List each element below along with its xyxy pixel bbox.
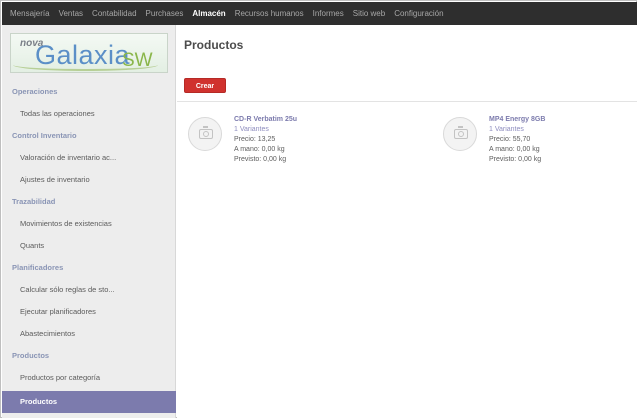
product-on-hand: A mano: 0,00 kg [234, 146, 285, 153]
product-image-placeholder [188, 117, 222, 151]
sidebar-item-movimientos-existencias[interactable]: Movimientos de existencias [2, 213, 176, 235]
product-price: Precio: 13,25 [234, 136, 276, 143]
product-variants[interactable]: 1 Variantes [489, 125, 545, 135]
header-divider [177, 101, 637, 102]
company-logo: nova Galaxia SW [10, 33, 168, 73]
top-menu-bar: Mensajería Ventas Contabilidad Purchases… [2, 2, 637, 25]
product-info: CD-R Verbatim 25u 1 Variantes Precio: 13… [234, 114, 297, 165]
product-forecast: Previsto: 0,00 kg [489, 156, 542, 163]
menu-mensajeria[interactable]: Mensajería [10, 9, 50, 18]
product-forecast: Previsto: 0,00 kg [234, 156, 287, 163]
product-variants[interactable]: 1 Variantes [234, 125, 297, 135]
sidebar-item-calcular-reglas[interactable]: Calcular sólo reglas de sto... [2, 279, 176, 301]
product-on-hand: A mano: 0,00 kg [489, 146, 540, 153]
menu-purchases[interactable]: Purchases [146, 9, 184, 18]
product-image-placeholder [443, 117, 477, 151]
product-card[interactable]: MP4 Energy 8GB 1 Variantes Precio: 55,70… [432, 114, 632, 194]
product-name[interactable]: CD-R Verbatim 25u [234, 114, 297, 125]
menu-sitio-web[interactable]: Sitio web [353, 9, 385, 18]
sidebar-nav: Operaciones Todas las operaciones Contro… [2, 81, 176, 413]
menu-almacen[interactable]: Almacén [192, 9, 225, 18]
sidebar-section-trazabilidad: Trazabilidad [12, 197, 56, 206]
create-button[interactable]: Crear [184, 78, 226, 93]
sidebar-item-productos-por-categoria[interactable]: Productos por categoría [2, 367, 176, 389]
sidebar-item-productos[interactable]: Productos [2, 391, 176, 413]
sidebar-section-productos: Productos [12, 351, 50, 360]
sidebar-item-quants[interactable]: Quants [2, 235, 176, 257]
product-card[interactable]: CD-R Verbatim 25u 1 Variantes Precio: 13… [177, 114, 377, 194]
sidebar-section-control-inventario: Control Inventario [12, 131, 77, 140]
sidebar-section-planificadores: Planificadores [12, 263, 64, 272]
page-title: Productos [184, 38, 244, 52]
product-info: MP4 Energy 8GB 1 Variantes Precio: 55,70… [489, 114, 545, 165]
sidebar-item-ejecutar-planificadores[interactable]: Ejecutar planificadores [2, 301, 176, 323]
sidebar-item-valoracion-inventario[interactable]: Valoración de inventario ac... [2, 147, 176, 169]
product-price: Precio: 55,70 [489, 136, 531, 143]
camera-placeholder-icon [454, 126, 468, 139]
sidebar-item-ajustes-inventario[interactable]: Ajustes de inventario [2, 169, 176, 191]
logo-swoosh [13, 59, 158, 71]
menu-informes[interactable]: Informes [313, 9, 344, 18]
menu-ventas[interactable]: Ventas [59, 9, 83, 18]
menu-contabilidad[interactable]: Contabilidad [92, 9, 136, 18]
sidebar: nova Galaxia SW Operaciones Todas las op… [2, 25, 176, 418]
menu-recursos-humanos[interactable]: Recursos humanos [235, 9, 304, 18]
product-name[interactable]: MP4 Energy 8GB [489, 114, 545, 125]
sidebar-section-operaciones: Operaciones [12, 87, 58, 96]
main-content: Productos Crear CD-R Verbatim 25u 1 Vari… [177, 25, 637, 418]
sidebar-item-todas-las-operaciones[interactable]: Todas las operaciones [2, 103, 176, 125]
app-window: Mensajería Ventas Contabilidad Purchases… [0, 0, 637, 418]
camera-placeholder-icon [199, 126, 213, 139]
sidebar-item-abastecimientos[interactable]: Abastecimientos [2, 323, 176, 345]
menu-configuracion[interactable]: Configuración [394, 9, 443, 18]
